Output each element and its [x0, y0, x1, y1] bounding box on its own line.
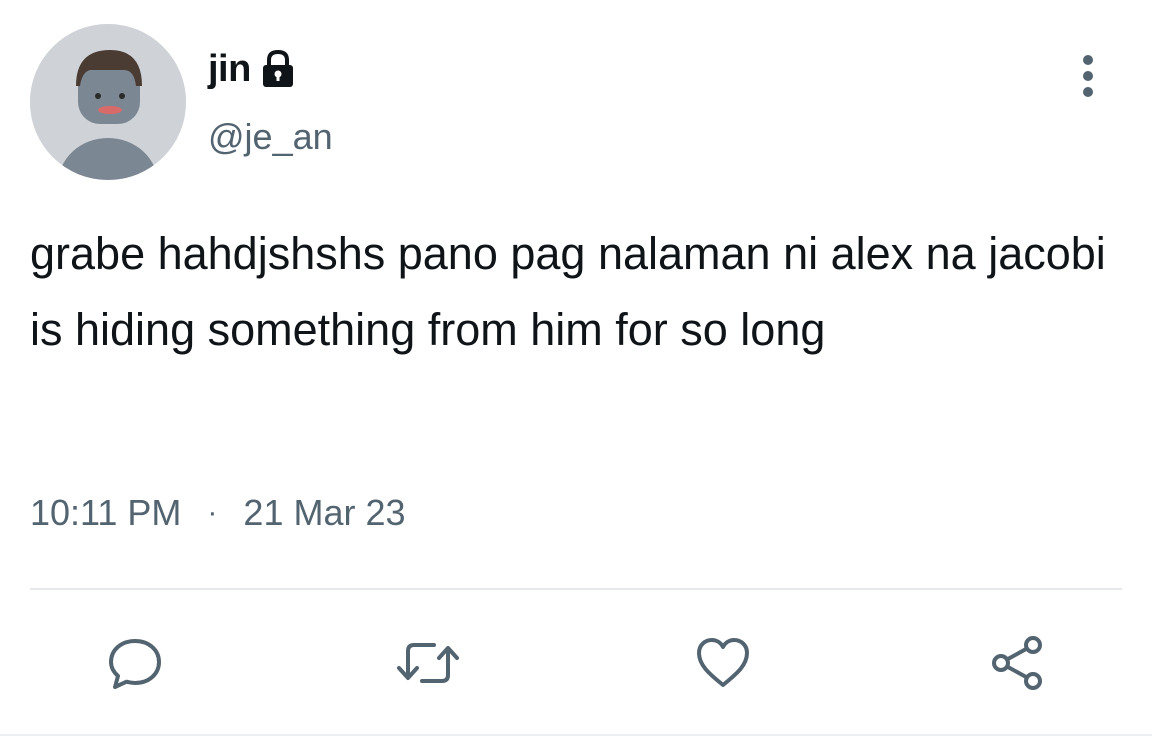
avatar-image	[30, 24, 186, 180]
lock-icon	[259, 49, 297, 89]
reply-button[interactable]	[100, 628, 170, 698]
author-handle[interactable]: @je_an	[208, 116, 333, 158]
tweet-text: grabe hahdjshshs pano pag nalaman ni ale…	[30, 228, 1106, 355]
tweet-date[interactable]: 21 Mar 23	[243, 492, 405, 534]
share-icon	[992, 636, 1042, 690]
like-icon	[697, 638, 749, 687]
more-vertical-icon	[1083, 55, 1093, 97]
reply-icon	[109, 639, 161, 689]
retweet-icon	[397, 643, 459, 683]
avatar[interactable]	[30, 24, 186, 180]
tweet-meta: 10:11 PM · 21 Mar 23	[30, 492, 406, 534]
divider	[30, 588, 1122, 590]
share-button[interactable]	[982, 628, 1052, 698]
more-options-button[interactable]	[1066, 48, 1110, 104]
tweet-card: jin @je_an grabe hahdjshshs pano pag nal…	[0, 0, 1152, 753]
action-bar	[0, 628, 1152, 698]
like-button[interactable]	[688, 628, 758, 698]
author-name-row: jin	[208, 44, 297, 94]
bottom-divider	[0, 734, 1152, 736]
meta-separator: ·	[207, 496, 218, 529]
author-display-name[interactable]: jin	[208, 48, 251, 91]
retweet-button[interactable]	[393, 628, 463, 698]
tweet-time[interactable]: 10:11 PM	[30, 492, 181, 534]
